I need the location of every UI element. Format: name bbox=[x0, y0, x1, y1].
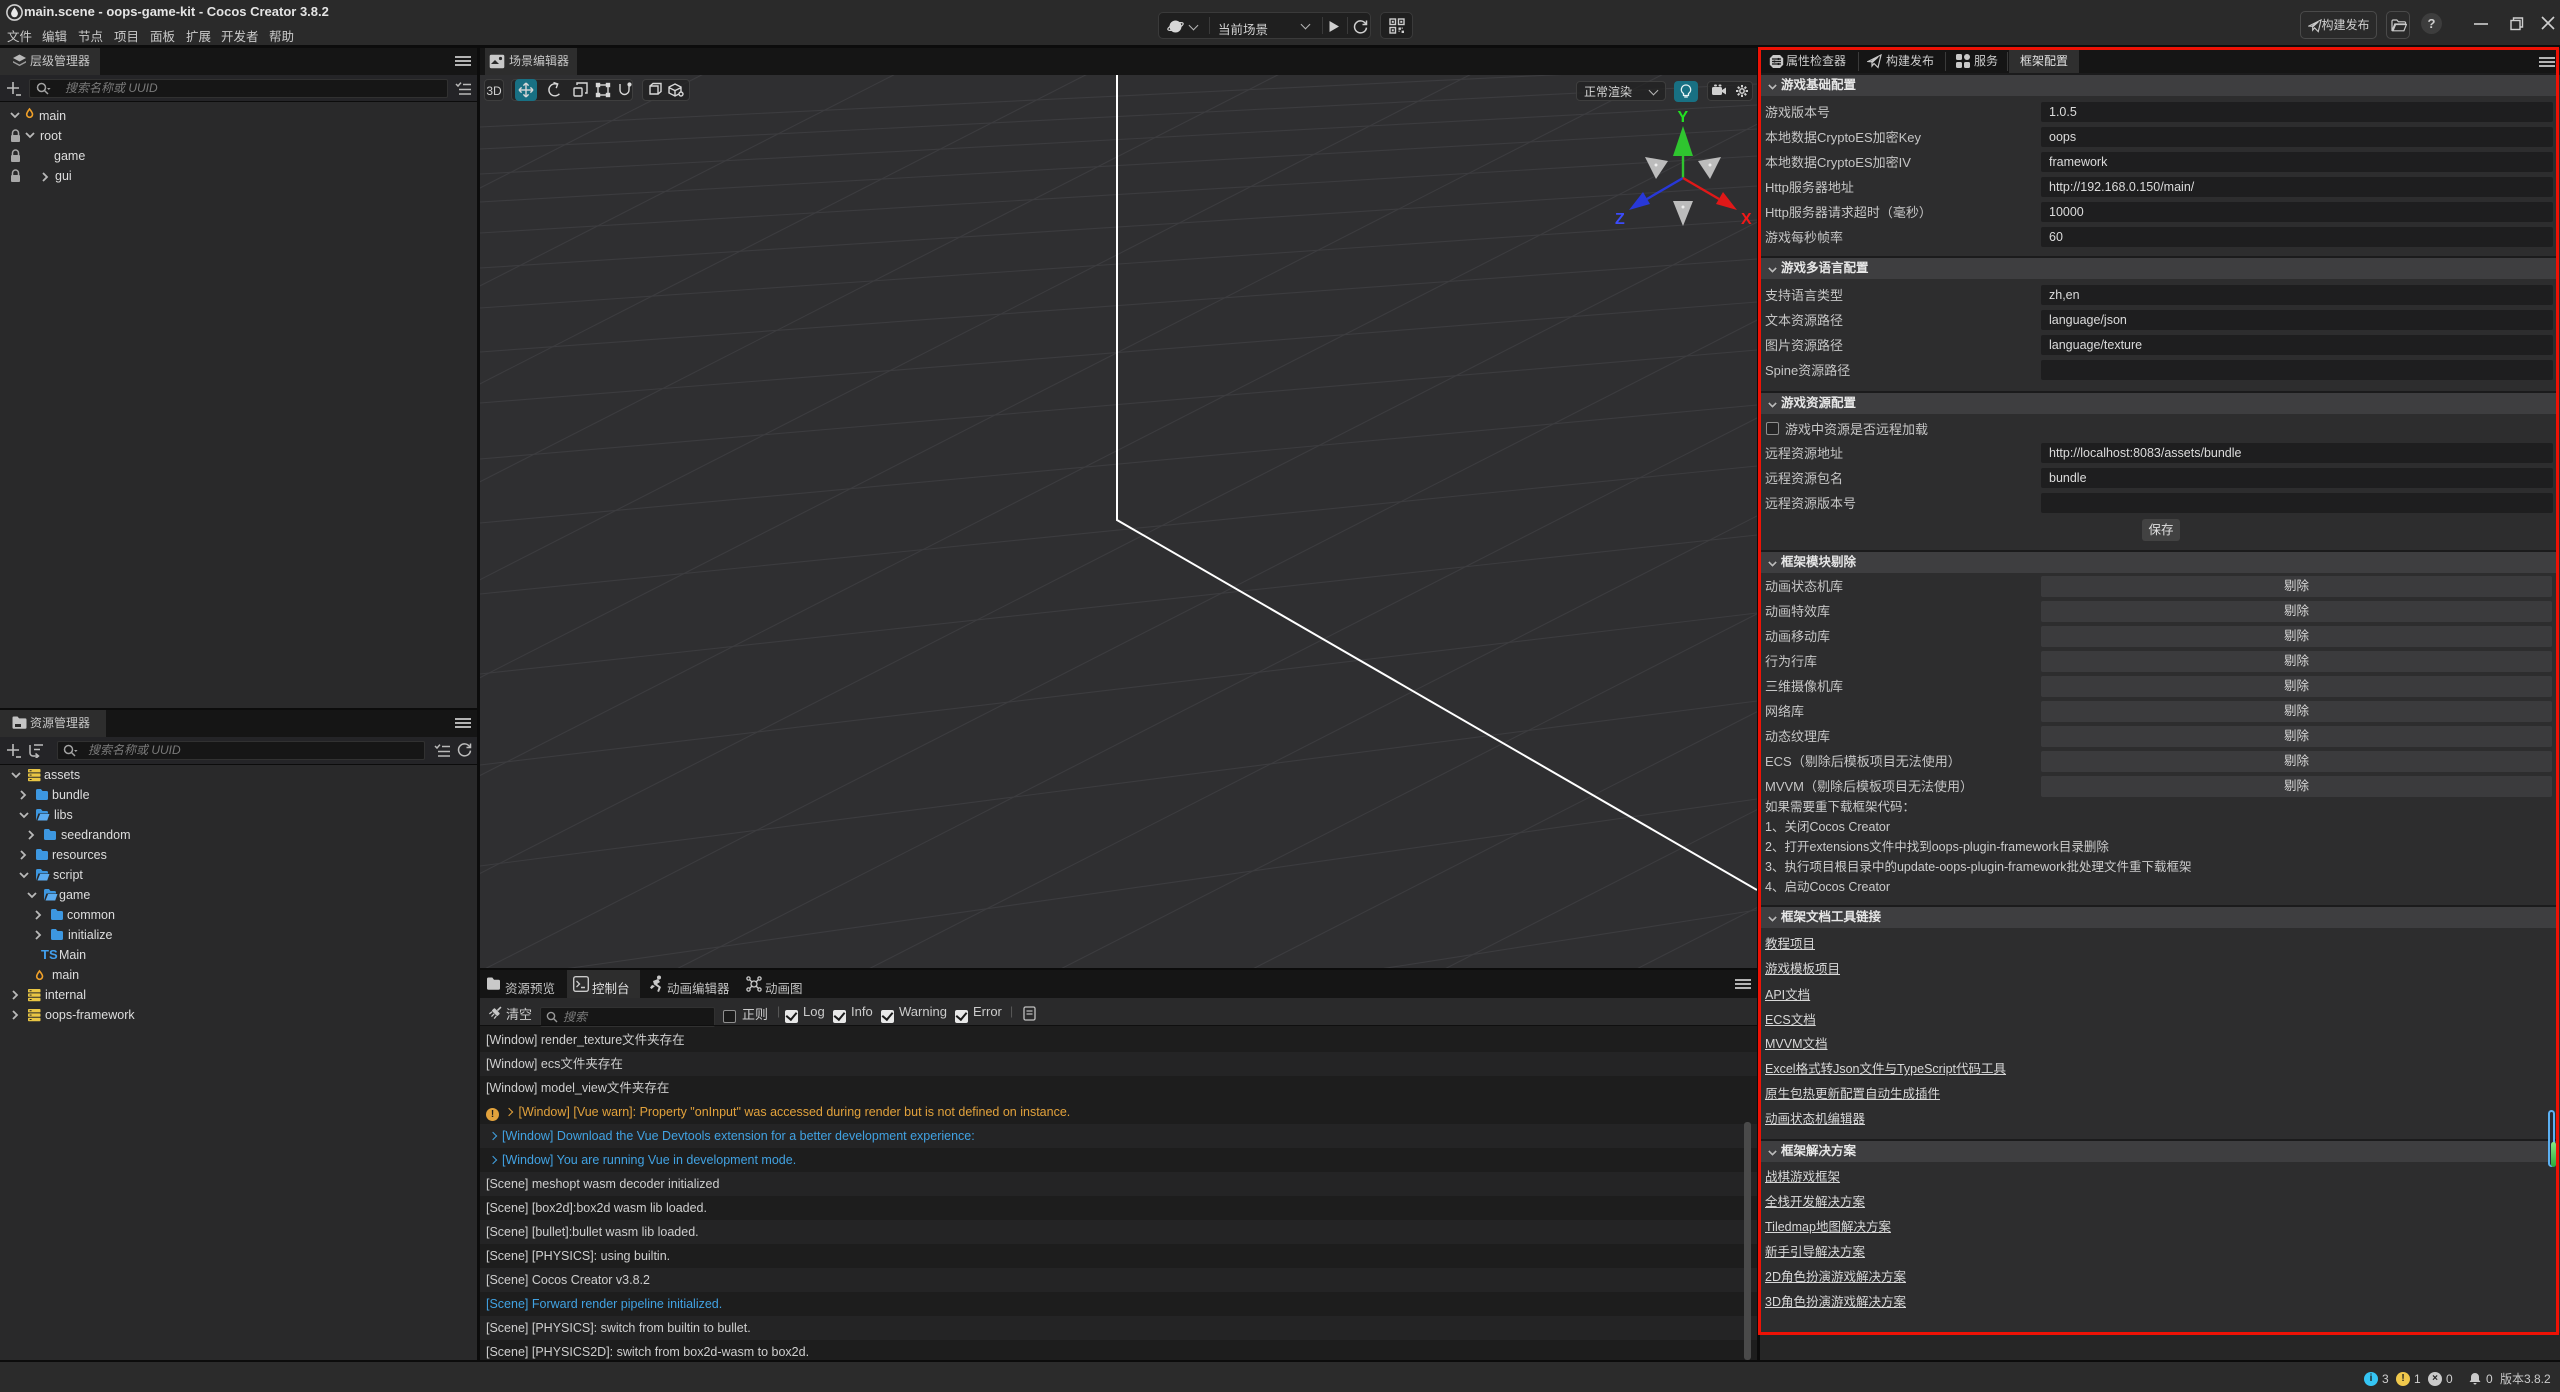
svg-text:Y: Y bbox=[1678, 109, 1689, 126]
svg-text:TS: TS bbox=[41, 947, 58, 962]
svg-text:X: X bbox=[1741, 211, 1752, 228]
svg-text:Z: Z bbox=[1615, 211, 1625, 228]
